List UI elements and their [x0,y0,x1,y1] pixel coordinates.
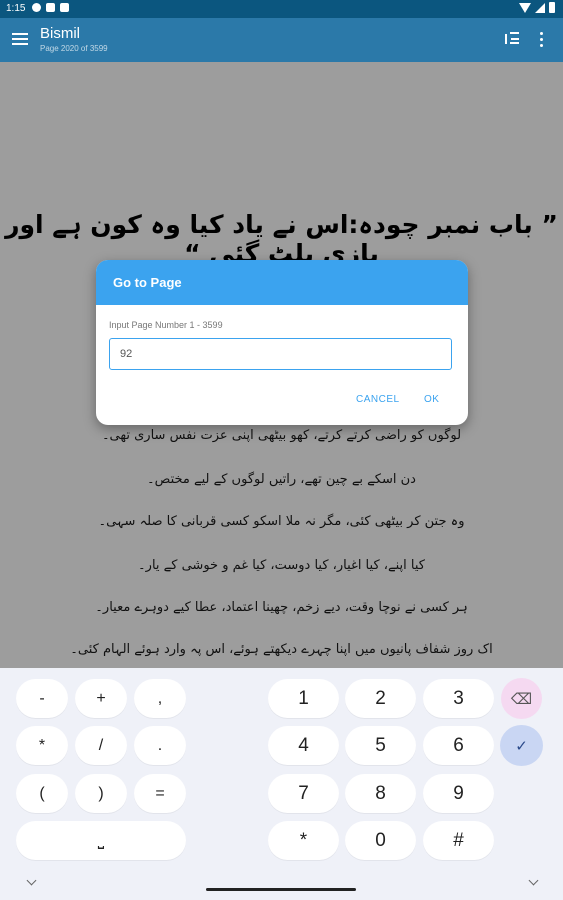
key-open-paren[interactable]: ( [16,774,68,813]
key-9[interactable]: 9 [423,774,494,813]
backspace-icon[interactable]: ⌫ [501,678,542,719]
key-asterisk[interactable]: * [16,726,68,765]
space-key[interactable]: ⎵ [16,821,186,860]
paragraph-line: اک روز شفاف پانیوں میں اپنا چہرے دیکھتے … [70,642,493,657]
notification-icon [32,3,41,12]
paragraph-line: وہ جتن کر بیٹھی کئی، مگر نہ ملا اسکو کسی… [98,514,465,529]
key-equals[interactable]: = [134,774,186,813]
key-4[interactable]: 4 [268,726,339,765]
key-1[interactable]: 1 [268,679,339,718]
battery-icon [549,2,555,13]
paragraph-line: ہر کسی نے نوچا وقت، دیے زخم، چھینا اعتما… [95,600,468,615]
key-minus[interactable]: - [16,679,68,718]
table-of-contents-icon[interactable] [505,32,519,46]
numeric-keyboard: - + , * / . ( ) = ⎵ 1 2 3 4 5 6 7 8 9 * … [0,668,563,900]
status-time: 1:15 [6,3,26,14]
page-indicator: Page 2020 of 3599 [40,44,108,53]
paragraph-line: کیا اپنے، کیا اغیار، کیا دوست، کیا غم و … [138,558,425,573]
gesture-handle[interactable] [206,888,356,891]
key-plus[interactable]: + [75,679,127,718]
app-title: Bismil [40,25,80,42]
key-7[interactable]: 7 [268,774,339,813]
status-bar: 1:15 [0,0,563,18]
key-8[interactable]: 8 [345,774,416,813]
done-icon[interactable]: ✓ [500,725,543,766]
paragraph-line: لوگوں کو راضی کرتے کرتے، کھو بیٹھی اپنی … [101,428,462,443]
ok-button[interactable]: OK [420,390,443,409]
key-close-paren[interactable]: ) [75,774,127,813]
menu-icon[interactable] [12,32,28,46]
paragraph-line: دن اسکے بے چین تھے، راتیں لوگوں کے لیے م… [147,472,416,487]
go-to-page-dialog: Go to Page Input Page Number 1 - 3599 CA… [96,260,468,425]
dialog-title: Go to Page [96,260,468,305]
key-star[interactable]: * [268,821,339,860]
signal-icon [535,2,545,13]
more-options-icon[interactable] [536,32,546,48]
key-5[interactable]: 5 [345,726,416,765]
backspace-glyph: ⌫ [510,689,533,708]
page-number-label: Input Page Number 1 - 3599 [109,320,223,330]
key-0[interactable]: 0 [345,821,416,860]
key-hash[interactable]: # [423,821,494,860]
media-icon [60,3,69,12]
cancel-button[interactable]: CANCEL [352,390,404,409]
wifi-icon [519,2,531,13]
app-bar: Bismil Page 2020 of 3599 [0,18,563,62]
checkmark-glyph: ✓ [515,736,528,755]
key-6[interactable]: 6 [423,726,494,765]
key-slash[interactable]: / [75,726,127,765]
key-2[interactable]: 2 [345,679,416,718]
key-3[interactable]: 3 [423,679,494,718]
page-number-input[interactable] [109,338,452,370]
shield-icon [46,3,55,12]
key-comma[interactable]: , [134,679,186,718]
key-period[interactable]: . [134,726,186,765]
